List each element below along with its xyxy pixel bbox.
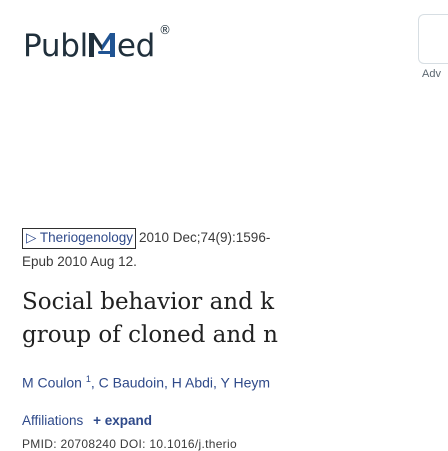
- article-title: Social behavior and k group of cloned an…: [22, 286, 278, 352]
- citation-line: ▷ Theriogenology 2010 Dec;74(9):1596-: [22, 228, 270, 249]
- citation-text: 2010 Dec;74(9):1596-: [138, 230, 271, 245]
- author-list-rest[interactable]: , C Baudoin, H Abdi, Y Heym: [91, 375, 270, 391]
- title-line-2: group of cloned and n: [22, 322, 278, 348]
- logo-suffix: ed: [116, 28, 156, 64]
- journal-arrow-icon: ▷: [26, 230, 37, 245]
- author-list: M Coulon 1, C Baudoin, H Abdi, Y Heym: [22, 374, 270, 391]
- article-identifiers: PMID: 20708240 DOI: 10.1016/j.therio: [22, 437, 237, 451]
- logo-prefix: Publ: [23, 28, 88, 64]
- pubmed-m-icon: [88, 31, 116, 59]
- registered-mark: ®: [159, 23, 171, 37]
- author-link[interactable]: M Coulon: [22, 375, 82, 391]
- search-box-edge[interactable]: [418, 14, 448, 64]
- pubmed-logo[interactable]: Publ ed ®: [23, 23, 171, 64]
- advanced-search-link[interactable]: Adv: [422, 68, 441, 80]
- journal-label: Theriogenology: [39, 230, 133, 245]
- epub-date: Epub 2010 Aug 12.: [22, 254, 137, 269]
- affiliations-row: Affiliations + expand: [22, 413, 156, 428]
- expand-link[interactable]: + expand: [93, 413, 152, 428]
- title-line-1: Social behavior and k: [22, 289, 275, 315]
- journal-button[interactable]: ▷ Theriogenology: [22, 228, 136, 249]
- affiliations-label[interactable]: Affiliations: [22, 413, 83, 428]
